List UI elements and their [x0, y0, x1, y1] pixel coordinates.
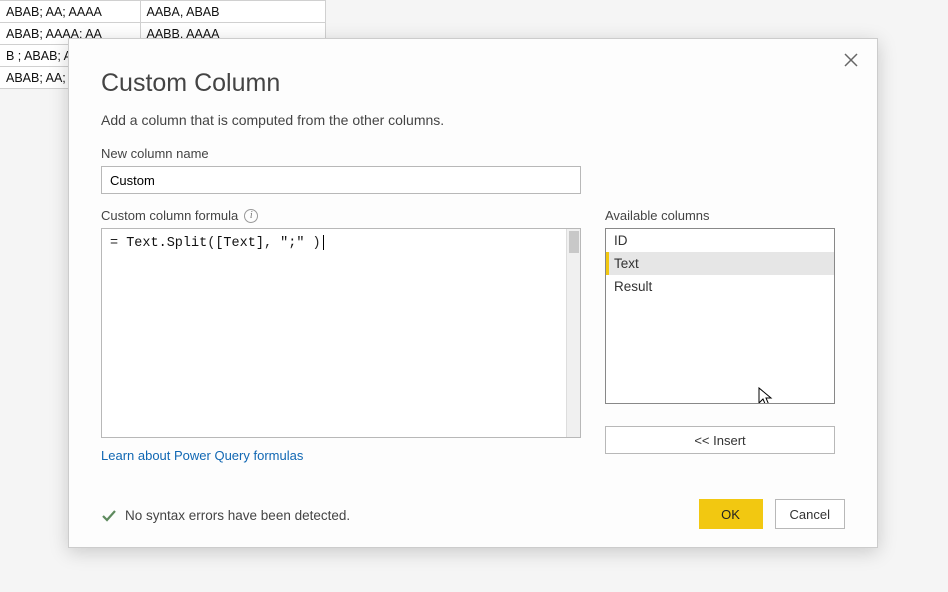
new-column-name-input[interactable]	[101, 166, 581, 194]
cancel-button[interactable]: Cancel	[775, 499, 845, 529]
available-column-item-id[interactable]: ID	[606, 229, 834, 252]
insert-button[interactable]: << Insert	[605, 426, 835, 454]
status-text: No syntax errors have been detected.	[125, 508, 350, 523]
mouse-cursor-icon	[758, 387, 774, 404]
available-column-item-result[interactable]: Result	[606, 275, 834, 298]
formula-text: = Text.Split([Text], ";" )	[110, 235, 562, 251]
available-columns-list[interactable]: ID Text Result	[605, 228, 835, 404]
text-cursor	[323, 235, 324, 250]
scrollbar-thumb[interactable]	[569, 231, 579, 253]
table-row: ABAB; AA; AAAA AABA, ABAB	[0, 1, 325, 23]
formula-label: Custom column formula	[101, 208, 238, 223]
status-row: No syntax errors have been detected.	[101, 507, 350, 523]
close-button[interactable]	[839, 49, 863, 73]
available-columns-label: Available columns	[605, 208, 835, 223]
new-column-name-label: New column name	[101, 146, 845, 161]
close-icon	[844, 53, 858, 70]
available-column-item-text[interactable]: Text	[606, 252, 834, 275]
insert-button-label: << Insert	[694, 433, 745, 448]
cancel-button-label: Cancel	[790, 507, 830, 522]
dialog-subtitle: Add a column that is computed from the o…	[101, 112, 845, 128]
cell[interactable]: ABAB; AA; AAAA	[0, 1, 140, 23]
info-icon[interactable]: i	[244, 209, 258, 223]
formula-editor[interactable]: = Text.Split([Text], ";" )	[101, 228, 581, 438]
ok-button-label: OK	[721, 507, 740, 522]
learn-link[interactable]: Learn about Power Query formulas	[101, 448, 303, 463]
dialog-title: Custom Column	[101, 69, 845, 98]
formula-scrollbar[interactable]	[566, 229, 580, 437]
custom-column-dialog: Custom Column Add a column that is compu…	[68, 38, 878, 548]
check-icon	[101, 507, 117, 523]
cell[interactable]: AABA, ABAB	[140, 1, 325, 23]
ok-button[interactable]: OK	[699, 499, 763, 529]
